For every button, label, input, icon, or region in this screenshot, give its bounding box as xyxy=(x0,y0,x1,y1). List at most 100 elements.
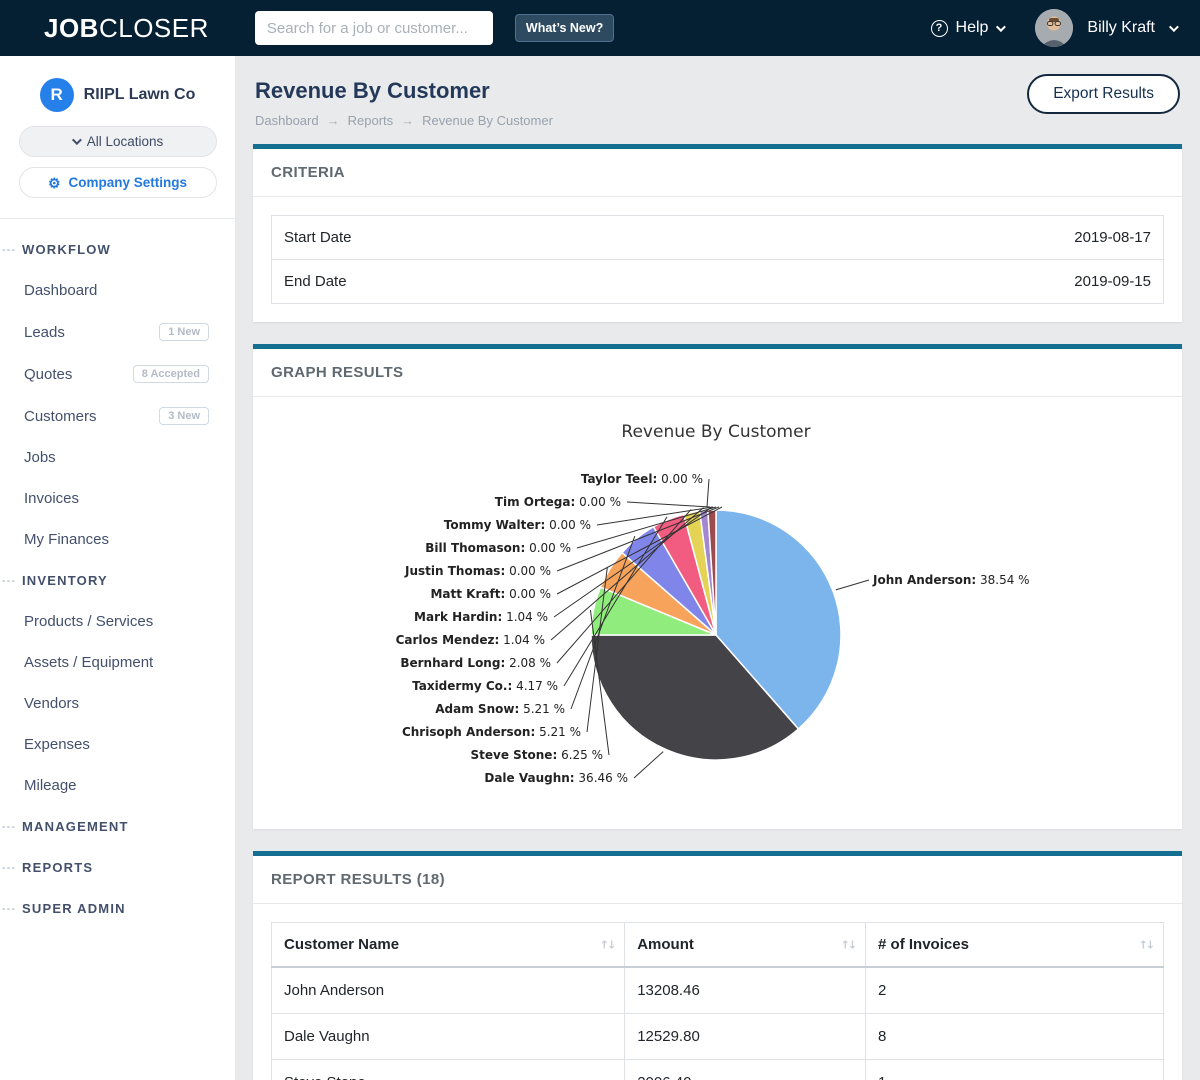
pie-label: John Anderson: 38.54 % xyxy=(872,573,1030,587)
help-icon: ? xyxy=(931,20,948,37)
locations-label: All Locations xyxy=(87,134,164,149)
sidebar-section-inventory[interactable]: ---INVENTORY xyxy=(0,560,235,601)
graph-results-card: GRAPH RESULTS Revenue By CustomerTaylor … xyxy=(253,344,1182,829)
column-header[interactable]: Customer Name↑↓ xyxy=(272,923,625,968)
pie-label: Bernhard Long: 2.08 % xyxy=(400,656,551,670)
sidebar-item-expenses[interactable]: Expenses xyxy=(0,724,235,765)
table-cell: 2 xyxy=(866,967,1164,1014)
sidebar-item-products-services[interactable]: Products / Services xyxy=(0,601,235,642)
company-name: RIIPL Lawn Co xyxy=(84,86,196,104)
section-collapse-icon: --- xyxy=(0,862,22,874)
help-menu[interactable]: ? Help xyxy=(931,19,1004,37)
app-logo: JOBCLOSER xyxy=(44,13,209,44)
sort-icon[interactable]: ↑↓ xyxy=(841,938,855,951)
pie-label: Steve Stone: 6.25 % xyxy=(470,748,603,762)
column-header-label: Amount xyxy=(637,936,694,953)
user-name[interactable]: Billy Kraft xyxy=(1087,19,1155,37)
table-cell: 8 xyxy=(866,1014,1164,1060)
sort-icon[interactable]: ↑↓ xyxy=(600,938,614,951)
sidebar-item-label: Quotes xyxy=(24,366,72,383)
main-content: Revenue By Customer Dashboard → Reports → Re… xyxy=(235,56,1200,1080)
table-cell: 2006.40 xyxy=(625,1060,866,1080)
column-header-label: # of Invoices xyxy=(878,936,969,953)
status-badge: 8 Accepted xyxy=(133,365,209,383)
sidebar-section-label: SUPER ADMIN xyxy=(22,901,126,916)
pie-label: Matt Kraft: 0.00 % xyxy=(430,587,551,601)
pie-label: Carlos Mendez: 1.04 % xyxy=(396,633,545,647)
page-header: Revenue By Customer Dashboard → Reports → Re… xyxy=(253,56,1182,144)
sidebar-item-vendors[interactable]: Vendors xyxy=(0,683,235,724)
help-label: Help xyxy=(956,19,989,37)
table-row[interactable]: Steve Stone2006.401 xyxy=(272,1060,1164,1080)
sidebar-item-label: Expenses xyxy=(24,736,90,753)
sidebar-item-label: Customers xyxy=(24,408,97,425)
table-cell: 1 xyxy=(866,1060,1164,1080)
sort-icon[interactable]: ↑↓ xyxy=(1139,938,1153,951)
sidebar-item-mileage[interactable]: Mileage xyxy=(0,765,235,806)
pie-leader-line xyxy=(836,580,869,590)
logo-bold: JOB xyxy=(44,13,99,43)
whats-new-button[interactable]: What’s New? xyxy=(515,14,614,42)
table-row[interactable]: John Anderson13208.462 xyxy=(272,967,1164,1014)
sidebar-item-leads[interactable]: Leads1 New xyxy=(0,311,235,353)
locations-dropdown[interactable]: All Locations xyxy=(19,126,217,157)
sidebar-item-dashboard[interactable]: Dashboard xyxy=(0,270,235,311)
breadcrumb-item: Revenue By Customer xyxy=(422,113,553,128)
export-results-button[interactable]: Export Results xyxy=(1027,74,1180,114)
sidebar-item-label: Vendors xyxy=(24,695,79,712)
pie-label: Chrisoph Anderson: 5.21 % xyxy=(402,725,581,739)
sidebar-item-label: Jobs xyxy=(24,449,56,466)
sidebar-section-label: INVENTORY xyxy=(22,573,108,588)
company-settings-button[interactable]: ⚙ Company Settings xyxy=(19,167,217,198)
pie-chart: Revenue By CustomerTaylor Teel: 0.00 %Ti… xyxy=(253,397,1182,829)
column-header[interactable]: # of Invoices ↑↓ xyxy=(866,923,1164,968)
chevron-down-icon[interactable] xyxy=(1169,22,1179,32)
sidebar: R RIIPL Lawn Co All Locations ⚙ Company … xyxy=(0,56,235,1080)
breadcrumb-item[interactable]: Dashboard xyxy=(255,113,319,128)
sidebar-item-label: Assets / Equipment xyxy=(24,654,153,671)
report-table-body: John Anderson13208.462Dale Vaughn12529.8… xyxy=(272,967,1164,1080)
status-badge: 3 New xyxy=(159,407,209,425)
gear-icon: ⚙ xyxy=(48,176,61,190)
sidebar-section-reports[interactable]: ---REPORTS xyxy=(0,847,235,888)
pie-leader-line xyxy=(707,479,709,507)
sidebar-item-assets-equipment[interactable]: Assets / Equipment xyxy=(0,642,235,683)
criteria-table-body: Start Date2019-08-17End Date2019-09-15 xyxy=(272,216,1164,304)
search-input[interactable] xyxy=(255,11,493,45)
company-settings-label: Company Settings xyxy=(69,175,188,190)
sidebar-item-my-finances[interactable]: My Finances xyxy=(0,519,235,560)
avatar[interactable] xyxy=(1035,9,1073,47)
sidebar-nav: ---WORKFLOWDashboardLeads1 New Quotes 8 Ac… xyxy=(0,219,235,929)
table-row[interactable]: Dale Vaughn12529.808 xyxy=(272,1014,1164,1060)
table-cell: 12529.80 xyxy=(625,1014,866,1060)
column-header[interactable]: Amount ↑↓ xyxy=(625,923,866,968)
breadcrumb-arrow-icon: → xyxy=(401,113,414,128)
breadcrumb: Dashboard → Reports → Revenue By Customer xyxy=(255,113,1180,128)
breadcrumb-arrow-icon: → xyxy=(327,113,340,128)
pie-label: Tim Ortega: 0.00 % xyxy=(495,495,621,509)
pie-label: Adam Snow: 5.21 % xyxy=(435,702,565,716)
report-card-title: REPORT RESULTS (18) xyxy=(253,856,1182,904)
sidebar-item-invoices[interactable]: Invoices xyxy=(0,478,235,519)
pie-label: Tommy Walter: 0.00 % xyxy=(444,518,591,532)
sidebar-item-customers[interactable]: Customers 3 New xyxy=(0,395,235,437)
chart-title: Revenue By Customer xyxy=(621,422,810,442)
criteria-row: Start Date2019-08-17 xyxy=(272,216,1164,260)
sidebar-item-quotes[interactable]: Quotes 8 Accepted xyxy=(0,353,235,395)
sidebar-section-management[interactable]: ---MANAGEMENT xyxy=(0,806,235,847)
pie-label: Taxidermy Co.: 4.17 % xyxy=(412,679,558,693)
table-cell: Steve Stone xyxy=(272,1060,625,1080)
criteria-row: End Date2019-09-15 xyxy=(272,260,1164,304)
sidebar-section-workflow[interactable]: ---WORKFLOW xyxy=(0,229,235,270)
sidebar-section-super-admin[interactable]: ---SUPER ADMIN xyxy=(0,888,235,929)
criteria-value: 2019-08-17 xyxy=(696,216,1163,260)
sidebar-section-label: MANAGEMENT xyxy=(22,819,129,834)
table-cell: Dale Vaughn xyxy=(272,1014,625,1060)
table-cell: John Anderson xyxy=(272,967,625,1014)
company-block: R RIIPL Lawn Co All Locations ⚙ Company … xyxy=(0,56,235,219)
pie-label: Mark Hardin: 1.04 % xyxy=(414,610,548,624)
breadcrumb-item[interactable]: Reports xyxy=(348,113,394,128)
criteria-card-title: CRITERIA xyxy=(253,149,1182,197)
sidebar-item-jobs[interactable]: Jobs xyxy=(0,437,235,478)
pie-label: Justin Thomas: 0.00 % xyxy=(404,564,551,578)
